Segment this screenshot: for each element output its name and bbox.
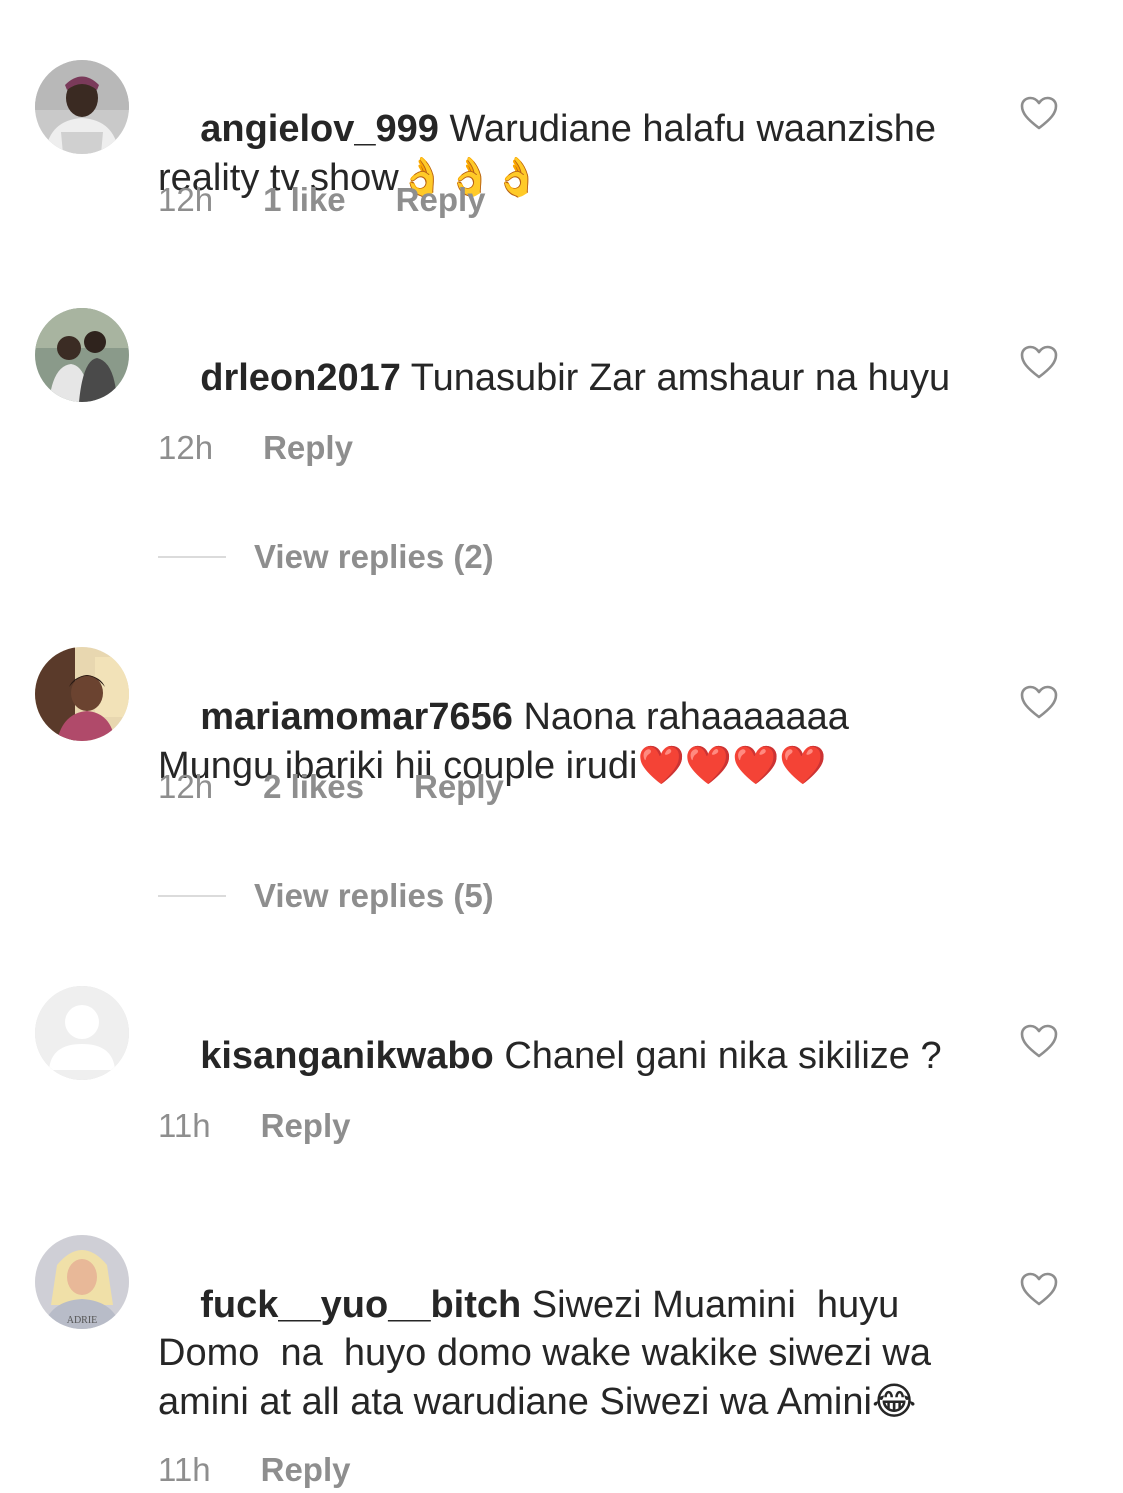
like-heart-icon[interactable] — [1019, 1023, 1059, 1059]
comment-emoji: 😂 — [871, 1379, 917, 1423]
avatar[interactable]: ADRIE — [35, 1235, 129, 1329]
reply-button[interactable]: Reply — [261, 1450, 351, 1490]
profile-photo-icon: ADRIE — [35, 1235, 129, 1329]
comment-time: 11h — [158, 1451, 211, 1488]
avatar[interactable] — [35, 60, 129, 154]
comment-emoji: ❤️❤️❤️❤️ — [637, 743, 827, 787]
profile-photo-icon — [35, 60, 129, 154]
comment-username[interactable]: kisanganikwabo — [200, 1035, 494, 1077]
comment-meta: 12h 1 like Reply — [158, 180, 486, 220]
reply-button[interactable]: Reply — [261, 1106, 351, 1146]
view-replies-label: View replies (5) — [254, 877, 494, 914]
reply-button[interactable]: Reply — [414, 767, 504, 807]
comment-username[interactable]: drleon2017 — [200, 357, 401, 399]
comment-text: Chanel gani nika sikilize ? — [504, 1035, 942, 1077]
comment-time: 12h — [158, 181, 214, 218]
view-replies-button[interactable]: View replies (5) — [158, 876, 758, 916]
like-heart-icon[interactable] — [1019, 344, 1059, 380]
reply-button[interactable]: Reply — [396, 180, 486, 220]
comment-meta: 12h 2 likes Reply — [158, 767, 504, 807]
like-heart-icon[interactable] — [1019, 95, 1059, 131]
comment-username[interactable]: angielov_999 — [200, 108, 439, 150]
comment-time: 11h — [158, 1107, 211, 1144]
comment-text-block: mariamomar7656 Naona rahaaaaaaa Mungu ib… — [158, 645, 958, 838]
avatar[interactable] — [35, 986, 129, 1080]
profile-photo-icon — [35, 647, 129, 741]
comment-time: 12h — [158, 429, 214, 466]
like-heart-icon[interactable] — [1019, 1271, 1059, 1307]
comment-meta: 11h Reply — [158, 1106, 351, 1146]
view-replies-label: View replies (2) — [254, 538, 494, 575]
view-replies-button[interactable]: View replies (2) — [158, 537, 758, 577]
comment-likes[interactable]: 2 likes — [263, 767, 364, 807]
avatar[interactable] — [35, 308, 129, 402]
reply-button[interactable]: Reply — [263, 428, 353, 468]
shirt-print-graphic: ADRIE — [67, 1315, 98, 1326]
comment-time: 12h — [158, 768, 214, 805]
default-avatar-icon — [35, 986, 129, 1080]
divider-line — [158, 556, 226, 558]
divider-line — [158, 895, 226, 897]
comment-text-block: fuck__yuo__bitch Siwezi Muamini huyu Dom… — [158, 1233, 958, 1474]
comment-text-block: angielov_999 Warudiane halafu waanzishe … — [158, 57, 958, 250]
avatar[interactable] — [35, 647, 129, 741]
comment-meta: 11h Reply — [158, 1450, 351, 1490]
comment-username[interactable]: mariamomar7656 — [200, 696, 513, 738]
comment-text: Tunasubir Zar amshaur na huyu — [410, 357, 951, 399]
comment-likes[interactable]: 1 like — [263, 180, 346, 220]
profile-photo-icon — [35, 308, 129, 402]
like-heart-icon[interactable] — [1019, 684, 1059, 720]
comment-username[interactable]: fuck__yuo__bitch — [200, 1284, 521, 1326]
comment-meta: 12h Reply — [158, 428, 353, 468]
